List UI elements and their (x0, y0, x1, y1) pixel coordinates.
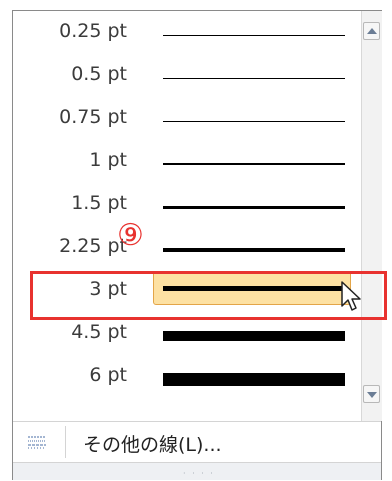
line-sample (163, 373, 345, 386)
annotation-callout: ⑨ (117, 218, 144, 253)
line-weight-option-1-5pt[interactable]: 1.5 pt (13, 183, 361, 226)
line-weight-dropdown: 0.25 pt 0.5 pt 0.75 pt 1 pt 1.5 pt 2.25 … (12, 10, 382, 480)
grip-dots-icon: · · · · (183, 469, 215, 478)
line-weight-label: 6 pt (89, 364, 127, 386)
dashed-lines-icon (28, 436, 46, 449)
line-weight-label: 0.5 pt (71, 63, 127, 85)
vertical-scrollbar[interactable] (361, 11, 382, 421)
line-weight-option-0-25pt[interactable]: 0.25 pt (13, 11, 361, 54)
scroll-down-button[interactable] (363, 385, 380, 403)
line-sample (163, 248, 345, 252)
annotation-highlight-box (30, 271, 387, 320)
resize-grip[interactable]: · · · · (13, 462, 381, 480)
line-sample (163, 78, 345, 79)
line-sample (163, 163, 345, 165)
scroll-up-button[interactable] (363, 22, 380, 40)
chevron-down-icon (367, 392, 377, 398)
line-sample (163, 331, 345, 341)
line-weight-option-2-25pt[interactable]: 2.25 pt (13, 226, 361, 269)
line-sample (163, 206, 345, 209)
line-weight-option-0-5pt[interactable]: 0.5 pt (13, 54, 361, 97)
line-sample (163, 35, 345, 36)
more-lines-label: その他の線(L)... (83, 434, 222, 456)
more-lines-menu-item[interactable]: その他の線(L)... (13, 422, 381, 462)
line-weight-option-6pt[interactable]: 6 pt (13, 355, 361, 398)
line-weight-option-1pt[interactable]: 1 pt (13, 140, 361, 183)
line-weight-list: 0.25 pt 0.5 pt 0.75 pt 1 pt 1.5 pt 2.25 … (13, 11, 361, 421)
chevron-up-icon (367, 28, 377, 34)
line-weight-option-0-75pt[interactable]: 0.75 pt (13, 97, 361, 140)
icon-separator (65, 426, 66, 458)
line-weight-label: 4.5 pt (71, 321, 127, 343)
line-weight-label: 1 pt (89, 149, 127, 171)
line-weight-label: 0.75 pt (59, 106, 127, 128)
mouse-pointer-icon (341, 281, 361, 311)
line-sample (163, 121, 345, 122)
line-weight-label: 0.25 pt (59, 20, 127, 42)
line-weight-label: 1.5 pt (71, 192, 127, 214)
